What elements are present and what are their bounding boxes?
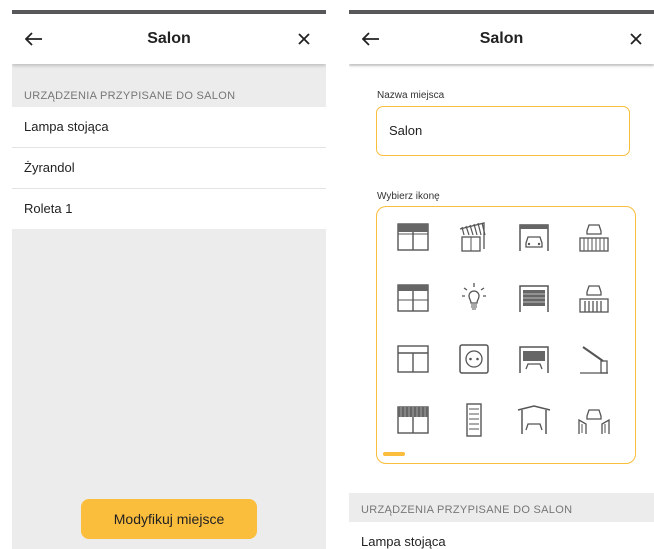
- awning-icon[interactable]: [454, 217, 494, 257]
- section-label: URZĄDZENIA PRZYPISANE DO SALON: [24, 90, 236, 102]
- close-icon: [630, 33, 642, 45]
- close-icon: [298, 33, 310, 45]
- close-button[interactable]: [624, 27, 648, 51]
- car-swing-gate-icon[interactable]: [574, 400, 614, 440]
- garage-shutter-icon[interactable]: [514, 339, 554, 379]
- scroll-indicator[interactable]: [383, 452, 405, 456]
- car-fence-icon[interactable]: [574, 217, 614, 257]
- garage-door-icon[interactable]: [514, 278, 554, 318]
- place-name-input[interactable]: Salon: [376, 106, 630, 156]
- lightbulb-icon[interactable]: [454, 278, 494, 318]
- app-header: Salon: [349, 14, 654, 64]
- car-gate-icon[interactable]: [574, 278, 614, 318]
- list-item[interactable]: Żyrandol: [12, 148, 326, 189]
- page-title: Salon: [147, 30, 191, 47]
- garage-car-icon[interactable]: [514, 217, 554, 257]
- device-list-screen: Salon URZĄDZENIA PRZYPISANE DO SALON Lam…: [12, 10, 326, 549]
- section-label: URZĄDZENIA PRZYPISANE DO SALON: [361, 504, 573, 516]
- device-list: Lampa stojąca: [349, 522, 654, 549]
- close-button[interactable]: [292, 27, 316, 51]
- icon-picker-label: Wybierz ikonę: [377, 191, 440, 202]
- page-title: Salon: [479, 30, 524, 47]
- device-list: Lampa stojąca Żyrandol Roleta 1: [12, 107, 326, 229]
- list-item[interactable]: Roleta 1: [12, 189, 326, 229]
- list-item[interactable]: Lampa stojąca: [349, 522, 654, 549]
- app-header: Salon: [12, 14, 326, 64]
- socket-icon[interactable]: [454, 339, 494, 379]
- name-field-label: Nazwa miejsca: [377, 90, 445, 101]
- modify-place-button[interactable]: Modyfikuj miejsce: [81, 499, 257, 539]
- window-roller-icon[interactable]: [393, 400, 433, 440]
- window-icon[interactable]: [393, 339, 433, 379]
- list-item[interactable]: Lampa stojąca: [12, 107, 326, 148]
- icon-picker[interactable]: [376, 206, 636, 464]
- window-shutter-icon[interactable]: [393, 278, 433, 318]
- barrier-gate-icon[interactable]: [574, 339, 614, 379]
- carport-icon[interactable]: [514, 400, 554, 440]
- window-blinds-icon[interactable]: [393, 217, 433, 257]
- edit-place-screen: Salon Nazwa miejsca Salon Wybierz ikonę …: [349, 10, 654, 549]
- panel-icon[interactable]: [454, 400, 494, 440]
